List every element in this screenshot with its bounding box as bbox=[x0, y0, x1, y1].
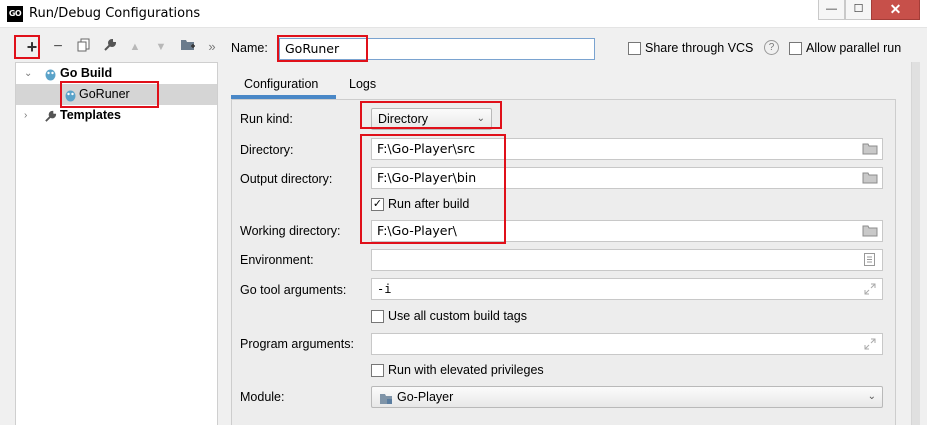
minimize-button[interactable]: — bbox=[818, 0, 845, 20]
app-logo: GO bbox=[7, 6, 23, 22]
wrench-icon bbox=[44, 109, 57, 130]
tab-logs[interactable]: Logs bbox=[349, 77, 376, 91]
program-arguments-label: Program arguments: bbox=[240, 337, 354, 351]
window-title: Run/Debug Configurations bbox=[29, 6, 201, 21]
elevated-privileges-label: Run with elevated privileges bbox=[388, 363, 544, 377]
expand-icon[interactable] bbox=[864, 283, 876, 298]
program-arguments-input[interactable] bbox=[371, 333, 883, 355]
chevron-down-icon: ⌄ bbox=[867, 391, 876, 402]
parallel-run-label: Allow parallel run bbox=[806, 41, 902, 55]
chevron-right-icon[interactable]: › bbox=[24, 105, 27, 126]
directory-label: Directory: bbox=[240, 143, 294, 157]
output-directory-label: Output directory: bbox=[240, 172, 333, 186]
add-highlight bbox=[14, 35, 40, 59]
run-kind-highlight bbox=[360, 101, 502, 129]
move-down-icon[interactable]: ▼ bbox=[152, 38, 170, 56]
copy-icon[interactable] bbox=[75, 38, 93, 56]
elevated-privileges-checkbox[interactable] bbox=[371, 364, 384, 377]
custom-build-tags-checkbox[interactable] bbox=[371, 310, 384, 323]
share-vcs-checkbox[interactable] bbox=[628, 42, 641, 55]
name-label: Name: bbox=[231, 41, 268, 55]
chevron-down-icon[interactable]: ⌄ bbox=[24, 63, 32, 84]
working-directory-label: Working directory: bbox=[240, 224, 341, 238]
tree-group-label: Templates bbox=[60, 108, 121, 122]
folder-icon[interactable] bbox=[179, 38, 197, 56]
scrollbar-thumb[interactable] bbox=[911, 62, 920, 425]
go-tool-arguments-label: Go tool arguments: bbox=[240, 283, 347, 297]
help-icon[interactable]: ? bbox=[764, 40, 779, 55]
tab-configuration[interactable]: Configuration bbox=[244, 77, 318, 91]
goruner-highlight bbox=[60, 81, 159, 108]
more-icon[interactable]: » bbox=[203, 38, 221, 56]
remove-icon[interactable]: − bbox=[49, 38, 67, 56]
parallel-run-checkbox[interactable] bbox=[789, 42, 802, 55]
module-label: Module: bbox=[240, 390, 285, 404]
config-tree: ⌄ Go Build GoRuner › Templates bbox=[15, 62, 218, 425]
environment-input[interactable] bbox=[371, 249, 883, 271]
directories-highlight bbox=[360, 134, 506, 244]
browse-folder-icon[interactable] bbox=[862, 172, 878, 187]
environment-label: Environment: bbox=[240, 253, 314, 267]
edit-list-icon[interactable] bbox=[864, 253, 875, 269]
custom-build-tags-label: Use all custom build tags bbox=[388, 309, 527, 323]
go-tool-arguments-input[interactable]: -i bbox=[371, 278, 883, 300]
browse-folder-icon[interactable] bbox=[862, 225, 878, 240]
browse-folder-icon[interactable] bbox=[862, 143, 878, 158]
close-button[interactable]: ✕ bbox=[871, 0, 920, 20]
share-vcs-label: Share through VCS bbox=[645, 41, 754, 55]
name-highlight bbox=[277, 35, 368, 62]
move-up-icon[interactable]: ▲ bbox=[126, 38, 144, 56]
wrench-icon[interactable] bbox=[101, 38, 119, 56]
module-select[interactable]: Go-Player ⌄ bbox=[371, 386, 883, 408]
run-kind-label: Run kind: bbox=[240, 112, 293, 126]
maximize-button[interactable]: ☐ bbox=[845, 0, 872, 20]
go-tool-arguments-value: -i bbox=[377, 282, 392, 296]
expand-icon[interactable] bbox=[864, 338, 876, 353]
tree-group-templates[interactable]: › Templates bbox=[16, 105, 217, 126]
module-icon bbox=[379, 391, 393, 411]
module-value: Go-Player bbox=[397, 390, 454, 404]
